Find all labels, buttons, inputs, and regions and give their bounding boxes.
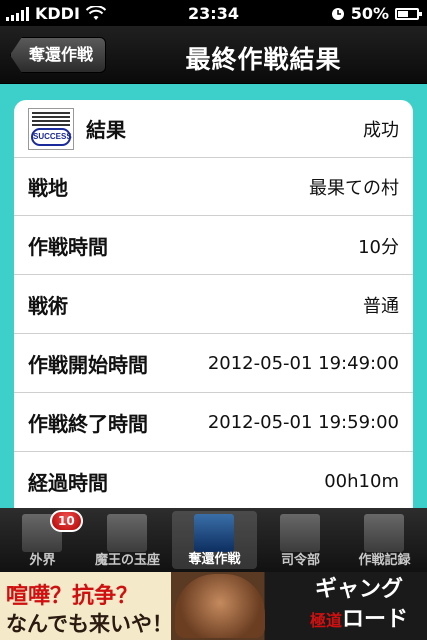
stamp-badge: SUCCESS bbox=[31, 127, 72, 146]
ad-brand-kanji: 極道 bbox=[309, 611, 342, 630]
battery-icon bbox=[395, 7, 422, 20]
headquarters-icon bbox=[280, 514, 320, 552]
result-row-tactic: 戦術 普通 bbox=[14, 276, 413, 334]
row-label: 作戦開始時間 bbox=[28, 353, 148, 377]
page-title: 最終作戦結果 bbox=[185, 45, 342, 74]
tab-throne[interactable]: 魔王の玉座 bbox=[85, 508, 170, 572]
result-row-duration: 作戦時間 10分 bbox=[14, 217, 413, 275]
battle-map-icon bbox=[194, 514, 234, 552]
tab-bar: 10 外界 魔王の玉座 奪還作戦 司令部 作戦記録 bbox=[0, 508, 427, 572]
result-row-battlefield: 戦地 最果ての村 bbox=[14, 158, 413, 216]
notification-badge: 10 bbox=[50, 510, 83, 532]
tab-headquarters[interactable]: 司令部 bbox=[258, 508, 343, 572]
row-value: 普通 bbox=[363, 295, 399, 317]
navigation-bar: 奪還作戦 最終作戦結果 bbox=[0, 26, 427, 84]
row-label: 作戦時間 bbox=[28, 235, 108, 259]
row-label: 戦地 bbox=[28, 176, 68, 200]
result-row-elapsed: 経過時間 00h10m bbox=[14, 453, 413, 508]
tab-label: 作戦記録 bbox=[358, 553, 411, 568]
result-row-end-time: 作戦終了時間 2012-05-01 19:59:00 bbox=[14, 394, 413, 452]
alarm-icon bbox=[331, 7, 344, 20]
content-area[interactable]: SUCCESS 結果 成功 戦地 最果ての村 作戦時間 10分 戦術 普通 作戦… bbox=[0, 84, 427, 508]
result-row-outcome: SUCCESS 結果 成功 bbox=[14, 100, 413, 158]
tab-label: 司令部 bbox=[280, 553, 320, 568]
ad-brand-line2: 極道ロード bbox=[294, 604, 424, 636]
stamp-lines bbox=[32, 111, 70, 126]
row-value: 10分 bbox=[358, 236, 399, 258]
status-bar: KDDI 23:34 50% bbox=[0, 0, 427, 26]
battery-level bbox=[398, 10, 408, 17]
record-icon bbox=[364, 514, 404, 552]
row-value: 最果ての村 bbox=[309, 177, 399, 199]
tab-label: 奪還作戦 bbox=[188, 552, 241, 567]
battery-percent: 50% bbox=[350, 4, 389, 23]
row-value: 成功 bbox=[363, 119, 399, 141]
row-label: 経過時間 bbox=[28, 471, 108, 495]
ad-character-illustration bbox=[175, 574, 265, 638]
throne-icon bbox=[107, 514, 147, 552]
result-table: SUCCESS 結果 成功 戦地 最果ての村 作戦時間 10分 戦術 普通 作戦… bbox=[14, 100, 413, 508]
ad-brand-word: ロード bbox=[342, 606, 409, 632]
tab-recapture-operation[interactable]: 奪還作戦 bbox=[172, 511, 257, 569]
back-button[interactable]: 奪還作戦 bbox=[10, 37, 107, 73]
ad-headline: 喧嘩？抗争？ bbox=[6, 583, 139, 609]
row-label: 結果 bbox=[86, 118, 126, 142]
ad-brand-line1: ギャング bbox=[314, 576, 403, 602]
tab-operation-record[interactable]: 作戦記録 bbox=[342, 508, 427, 572]
row-value: 00h10m bbox=[324, 471, 399, 492]
row-value: 2012-05-01 19:49:00 bbox=[207, 353, 399, 374]
success-stamp-icon: SUCCESS bbox=[28, 107, 74, 150]
tab-label: 魔王の玉座 bbox=[94, 553, 160, 568]
tab-label: 外界 bbox=[29, 553, 56, 568]
row-label: 戦術 bbox=[28, 294, 68, 318]
ad-subline: なんでも来いや！ bbox=[6, 611, 173, 636]
result-row-start-time: 作戦開始時間 2012-05-01 19:49:00 bbox=[14, 335, 413, 393]
ad-brand-logo: ギャング 極道ロード bbox=[294, 574, 424, 636]
status-right: 50% bbox=[331, 4, 422, 23]
row-value: 2012-05-01 19:59:00 bbox=[207, 412, 399, 433]
tab-outside-world[interactable]: 10 外界 bbox=[0, 508, 85, 572]
row-label: 作戦終了時間 bbox=[28, 412, 148, 436]
ad-banner[interactable]: 喧嘩？抗争？ なんでも来いや！ ギャング 極道ロード bbox=[0, 572, 427, 640]
row-label-group: SUCCESS 結果 bbox=[28, 107, 126, 150]
